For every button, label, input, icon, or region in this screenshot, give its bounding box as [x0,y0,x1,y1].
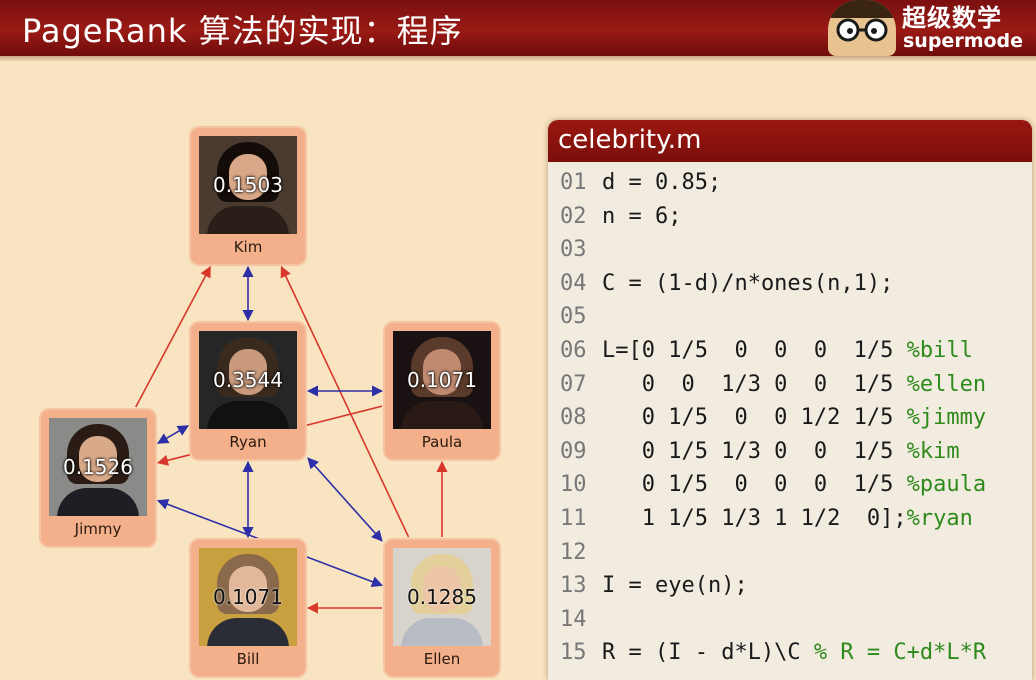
code-line: 04 C = (1-d)/n*ones(n,1); [560,271,893,301]
line-code: 1 1/5 1/3 1 1/2 0]; [602,506,907,531]
code-line: 15 R = (I - d*L)\C % R = C+d*L*R [560,640,986,670]
score-paula: 0.1071 [407,368,477,392]
line-number: 07 [560,371,587,397]
line-comment: %paula [906,472,987,498]
line-number: 03 [560,237,587,263]
node-bill: 0.1071 Bill [191,540,305,676]
score-jimmy: 0.1526 [63,455,133,479]
line-comment: %bill [906,338,973,363]
line-comment: %ryan [906,506,973,531]
code-line: 07 0 0 1/3 0 0 1/5 %ellen [560,372,986,402]
node-ellen: 0.1285 Ellen [385,540,499,676]
code-line: 12 [560,540,602,570]
code-header: celebrity.m [548,120,1032,162]
node-kim: 0.1503 Kim [191,128,305,264]
code-line: 06 L=[0 1/5 0 0 0 1/5 %bill [560,338,973,368]
code-line: 14 [560,607,602,637]
line-number: 12 [560,539,587,565]
score-ellen: 0.1285 [407,585,477,609]
code-line: 11 1 1/5 1/3 1 1/2 0];%ryan [560,506,973,536]
score-ryan: 0.3544 [213,368,283,392]
score-kim: 0.1503 [213,173,283,197]
line-code: n = 6; [602,203,682,229]
line-code: C = (1-d)/n*ones(n,1); [602,270,894,296]
line-comment: %ellen [906,371,987,397]
code-line: 09 0 1/5 1/3 0 0 1/5 %kim [560,439,960,469]
line-comment: %jimmy [906,405,987,431]
line-code: 0 0 1/3 0 0 1/5 [602,371,907,397]
edge-ryan-ellen [307,457,383,542]
code-filename: celebrity.m [558,125,702,155]
line-code: 0 1/5 0 0 1/2 1/5 [602,405,907,431]
line-number: 05 [560,304,587,330]
code-line: 02 n = 6; [560,204,681,234]
label-ellen: Ellen [423,650,461,668]
line-comment: %kim [906,438,960,464]
line-code: 0 1/5 1/3 0 0 1/5 [602,438,907,464]
line-number: 15 [560,640,587,666]
code-line: 05 [560,304,602,334]
line-number: 13 [560,573,587,599]
line-number: 01 [560,170,587,195]
edge-ryan-jimmy [157,425,189,444]
line-number: 14 [560,606,587,632]
label-jimmy: Jimmy [74,520,122,538]
score-bill: 0.1071 [213,585,283,609]
line-number: 04 [560,270,587,296]
node-ryan: 0.3544 Ryan [191,323,305,459]
label-ryan: Ryan [229,433,267,451]
code-line: 03 [560,237,602,267]
line-number: 08 [560,405,587,431]
node-jimmy: 0.1526 Jimmy [41,410,155,546]
label-kim: Kim [233,238,263,256]
label-bill: Bill [236,650,260,668]
line-number: 11 [560,506,587,531]
line-code: 0 1/5 0 0 0 1/5 [602,472,907,498]
node-paula: 0.1071 Paula [385,323,499,459]
code-line: 13 I = eye(n); [560,573,748,603]
label-paula: Paula [421,433,463,451]
code-line: 08 0 1/5 0 0 1/2 1/5 %jimmy [560,405,986,435]
code-line: 10 0 1/5 0 0 0 1/5 %paula [560,472,986,502]
line-code: I = eye(n); [602,573,748,599]
line-code: d = 0.85; [602,170,722,195]
code-line: 01 d = 0.85; [560,170,721,200]
line-comment: % R = C+d*L*R [813,640,987,666]
code-panel: celebrity.m 01 d = 0.85; 02 n = 6; 03 04 C = (… [548,120,1032,680]
line-number: 09 [560,438,587,464]
line-number: 06 [560,338,587,363]
line-code: R = (I - d*L)\C [602,640,814,666]
line-number: 02 [560,203,587,229]
line-number: 10 [560,472,587,498]
line-code: L=[0 1/5 0 0 0 1/5 [602,338,907,363]
